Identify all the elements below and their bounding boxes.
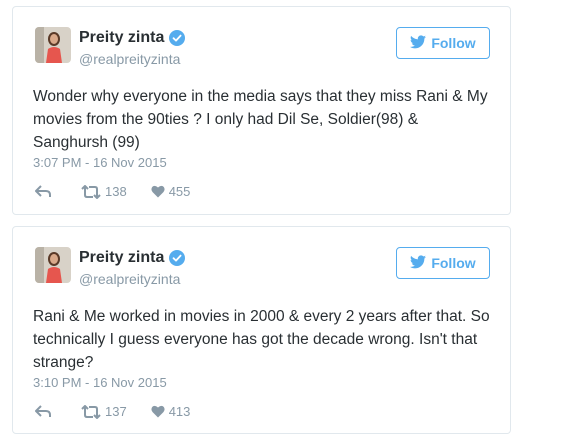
author-handle[interactable]: @realpreityzinta [79,51,180,67]
reply-button[interactable] [35,185,51,198]
follow-label: Follow [431,255,476,271]
tweet-card: Preity zinta @realpreityzinta Follow Ran… [12,226,511,434]
author-name[interactable]: Preity zinta [79,249,164,267]
retweet-button[interactable]: 138 [81,184,127,199]
heart-icon [151,405,165,418]
retweet-count: 138 [105,184,127,199]
verified-icon [169,250,186,266]
retweet-icon [81,404,101,419]
twitter-bird-icon [410,254,427,272]
like-button[interactable]: 455 [151,184,191,199]
like-button[interactable]: 413 [151,404,191,419]
follow-label: Follow [431,35,476,51]
like-count: 413 [168,404,191,419]
heart-icon [151,185,165,198]
tweet-actions: 138 455 [35,184,190,199]
verified-icon [169,30,186,46]
reply-icon [35,185,51,198]
tweet-timestamp[interactable]: 3:10 PM - 16 Nov 2015 [33,375,167,390]
tweet-actions: 137 413 [35,404,190,419]
retweet-button[interactable]: 137 [81,404,127,419]
author-name[interactable]: Preity zinta [79,29,164,47]
author-row: Preity zinta [79,249,186,267]
tweet-text: Rani & Me worked in movies in 2000 & eve… [33,308,490,371]
retweet-count: 137 [105,404,127,419]
follow-button[interactable]: Follow [396,27,490,59]
twitter-bird-icon [410,34,427,52]
tweet-text: Wonder why everyone in the media says th… [33,88,488,151]
tweet-card: Preity zinta @realpreityzinta Follow Won… [12,6,511,215]
follow-button[interactable]: Follow [396,247,490,279]
author-row: Preity zinta [79,29,186,47]
tweet-timestamp[interactable]: 3:07 PM - 16 Nov 2015 [33,155,167,170]
avatar[interactable] [35,27,71,63]
reply-icon [35,405,51,418]
reply-button[interactable] [35,405,51,418]
retweet-icon [81,184,101,199]
author-handle[interactable]: @realpreityzinta [79,271,180,287]
avatar[interactable] [35,247,71,283]
like-count: 455 [168,184,191,199]
